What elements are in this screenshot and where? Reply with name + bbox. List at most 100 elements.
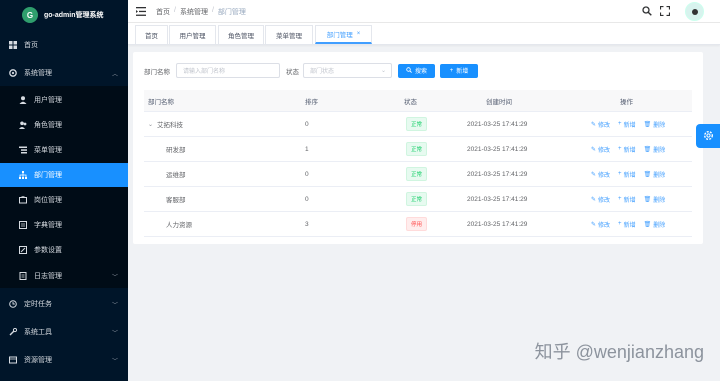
sidebar-item-tools[interactable]: 系统工具 ﹀ bbox=[0, 320, 128, 344]
edit-icon: ✎ bbox=[591, 146, 597, 153]
edit-button[interactable]: ✎ 修改 bbox=[591, 170, 610, 179]
breadcrumb-separator: / bbox=[211, 7, 214, 14]
sidebar-item-config[interactable]: 参数设置 bbox=[0, 238, 128, 262]
tab-menu[interactable]: 菜单管理 bbox=[265, 25, 313, 44]
search-icon bbox=[406, 66, 412, 75]
plus-icon: + bbox=[449, 67, 454, 74]
sidebar-item-role[interactable]: 角色管理 bbox=[0, 113, 128, 137]
sidebar-item-user[interactable]: 用户管理 bbox=[0, 88, 128, 112]
plus-icon: + bbox=[618, 121, 622, 127]
settings-drawer-button[interactable] bbox=[696, 124, 720, 148]
tab-role[interactable]: 角色管理 bbox=[218, 25, 264, 44]
edit-label: 修改 bbox=[598, 147, 611, 154]
chevron-down-icon: ﹀ bbox=[111, 274, 118, 281]
add-label: 新增 bbox=[623, 122, 636, 129]
edit-button[interactable]: ✎ 修改 bbox=[591, 145, 610, 154]
tab-home[interactable]: 首页 bbox=[135, 25, 168, 44]
add-label: 新增 bbox=[623, 222, 636, 229]
sidebar-item-dept[interactable]: 部门管理 bbox=[0, 163, 128, 187]
table-row: 人力资源 3 停用 2021-03-25 17:41:29 ✎ 修改 + 新增 🗑 删除 bbox=[144, 212, 692, 237]
avatar[interactable] bbox=[685, 2, 704, 21]
sidebar-item-label: 角色管理 bbox=[34, 122, 62, 129]
tab-label: 角色管理 bbox=[228, 33, 254, 40]
chevron-down-icon: ⌄ bbox=[380, 68, 386, 74]
dept-name: 艾拓科技 bbox=[157, 122, 184, 129]
column-header: 状态 bbox=[404, 98, 417, 106]
chevron-down-icon[interactable]: ⌄ bbox=[148, 121, 153, 128]
table-header: 部门名称 排序 状态 创建时间 操作 bbox=[144, 90, 692, 112]
column-header: 排序 bbox=[305, 98, 318, 106]
table-row: ⌄ 艾拓科技 0 正常 2021-03-25 17:41:29 ✎ 修改 + 新增 🗑 删除 bbox=[144, 112, 692, 137]
sidebar-item-job[interactable]: 定时任务 ﹀ bbox=[0, 292, 128, 316]
delete-button[interactable]: 🗑 删除 bbox=[644, 195, 666, 204]
add-button[interactable]: + 新增 bbox=[440, 63, 478, 78]
job-icon bbox=[9, 300, 17, 308]
search-icon[interactable] bbox=[642, 6, 652, 18]
add-button-label: 新增 bbox=[456, 69, 469, 75]
tab-dept[interactable]: 部门管理 × bbox=[315, 25, 372, 44]
edit-icon: ✎ bbox=[591, 171, 597, 178]
ops-cell: ✎ 修改 + 新增 🗑 删除 bbox=[591, 187, 665, 211]
status-cell: 停用 bbox=[406, 212, 428, 236]
plus-icon: + bbox=[618, 221, 622, 227]
plus-icon: + bbox=[618, 171, 622, 177]
breadcrumb-item[interactable]: 首页 bbox=[156, 7, 170, 17]
add-child-button[interactable]: + 新增 bbox=[618, 145, 636, 154]
sort-cell: 0 bbox=[305, 170, 309, 178]
sidebar-item-home[interactable]: 首页 bbox=[0, 33, 128, 57]
sidebar-item-label: 系统管理 bbox=[24, 70, 52, 77]
status-badge: 正常 bbox=[406, 192, 428, 206]
plus-icon: + bbox=[618, 196, 622, 202]
watermark: 知乎 @wenjianzhang bbox=[534, 342, 704, 362]
ops-cell: ✎ 修改 + 新增 🗑 删除 bbox=[591, 162, 665, 186]
delete-button[interactable]: 🗑 删除 bbox=[644, 220, 666, 229]
edit-icon: ✎ bbox=[591, 121, 597, 128]
status-badge: 正常 bbox=[406, 117, 428, 131]
tab-label: 部门管理 bbox=[326, 32, 353, 39]
delete-button[interactable]: 🗑 删除 bbox=[644, 145, 666, 154]
log-icon bbox=[19, 272, 27, 280]
dashboard-icon bbox=[9, 41, 17, 49]
sidebar-item-system[interactable]: 系统管理 ︿ bbox=[0, 61, 128, 85]
delete-button[interactable]: 🗑 删除 bbox=[644, 120, 666, 129]
sidebar-item-resource[interactable]: 资源管理 ﹀ bbox=[0, 348, 128, 372]
add-child-button[interactable]: + 新增 bbox=[618, 195, 636, 204]
created-cell: 2021-03-25 17:41:29 bbox=[467, 120, 528, 128]
status-select[interactable]: 部门状态 ⌄ bbox=[303, 63, 392, 78]
sidebar-item-dict[interactable]: 字典管理 bbox=[0, 213, 128, 237]
sidebar-item-log[interactable]: 日志管理 ﹀ bbox=[0, 264, 128, 288]
add-label: 新增 bbox=[623, 197, 636, 204]
edit-label: 修改 bbox=[598, 222, 611, 229]
logo[interactable]: G go-admin管理系统 bbox=[0, 0, 128, 30]
dict-icon bbox=[19, 221, 27, 229]
breadcrumb-item[interactable]: 系统管理 bbox=[180, 7, 208, 17]
sidebar-item-label: 系统工具 bbox=[24, 329, 52, 336]
sidebar: G go-admin管理系统 首页 系统管理 ︿ 用户管理 角色管理 菜单管理 … bbox=[0, 0, 128, 381]
add-child-button[interactable]: + 新增 bbox=[618, 220, 636, 229]
ops-cell: ✎ 修改 + 新增 🗑 删除 bbox=[591, 112, 665, 136]
hamburger-icon[interactable] bbox=[136, 7, 146, 18]
tags-view: 首页 用户管理 角色管理 菜单管理 部门管理 × bbox=[128, 23, 720, 45]
delete-label: 删除 bbox=[653, 147, 666, 154]
tab-user[interactable]: 用户管理 bbox=[169, 25, 216, 44]
table-row: 研发部 1 正常 2021-03-25 17:41:29 ✎ 修改 + 新增 🗑 删除 bbox=[144, 137, 692, 162]
fullscreen-icon[interactable] bbox=[659, 5, 671, 18]
add-child-button[interactable]: + 新增 bbox=[618, 170, 636, 179]
search-button[interactable]: 搜索 bbox=[398, 63, 435, 78]
delete-button[interactable]: 🗑 删除 bbox=[644, 170, 666, 179]
tab-label: 用户管理 bbox=[179, 33, 206, 40]
sidebar-item-menu[interactable]: 菜单管理 bbox=[0, 138, 128, 162]
edit-label: 修改 bbox=[598, 197, 611, 204]
edit-button[interactable]: ✎ 修改 bbox=[591, 195, 610, 204]
breadcrumb: 首页 / 系统管理 / 部门管理 bbox=[156, 7, 246, 17]
tree-icon bbox=[19, 171, 27, 179]
edit-button[interactable]: ✎ 修改 bbox=[591, 120, 610, 129]
close-icon[interactable]: × bbox=[357, 31, 361, 37]
dept-name-input[interactable]: 请输入部门名称 bbox=[176, 63, 280, 78]
add-child-button[interactable]: + 新增 bbox=[618, 120, 636, 129]
edit-label: 修改 bbox=[598, 172, 611, 179]
tree-table-icon bbox=[19, 146, 27, 154]
edit-button[interactable]: ✎ 修改 bbox=[591, 220, 610, 229]
dept-name: 运维部 bbox=[166, 172, 186, 179]
sidebar-item-post[interactable]: 岗位管理 bbox=[0, 188, 128, 212]
